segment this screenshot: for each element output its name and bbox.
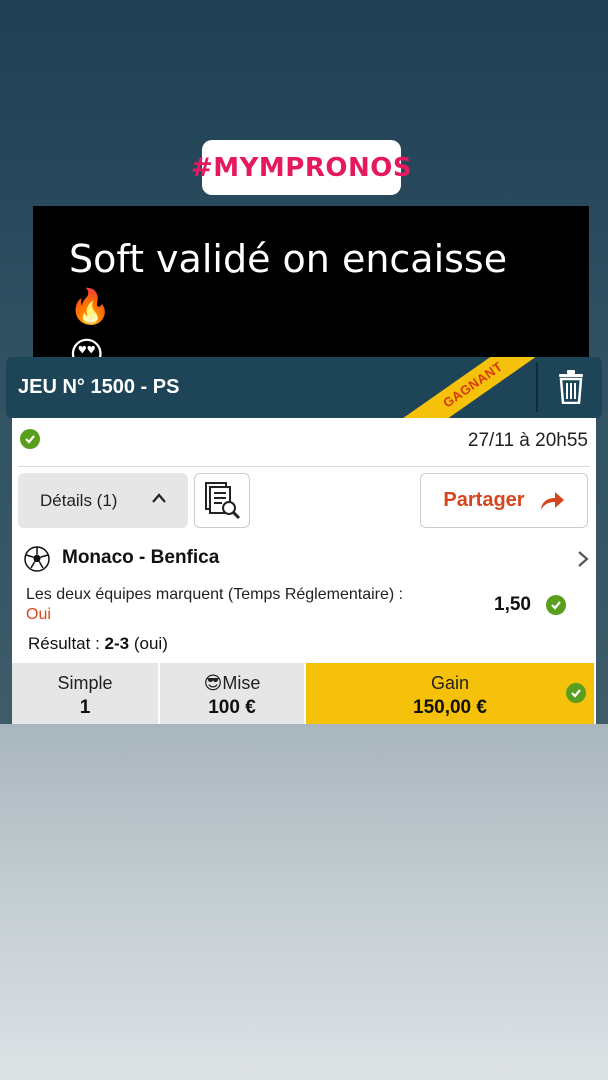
match-name: Monaco - Benfica (62, 547, 220, 568)
ticket-body: 27/11 à 20h55 Détails (1) Partager Monac… (12, 418, 596, 724)
story-background-bottom (0, 724, 608, 1080)
gain-value: 150,00 € (413, 697, 487, 718)
bet-result: Résultat : 2-3 (oui) (28, 634, 168, 654)
check-circle-icon (20, 429, 40, 449)
stake-label: Mise (222, 673, 261, 693)
stake-value: 100 € (208, 697, 256, 718)
ribbon-container: GAGNANT (6, 357, 536, 418)
winner-ribbon: GAGNANT (395, 357, 536, 418)
stake-label-row: 😎Mise (160, 672, 304, 694)
bet-type-cell: Simple 1 (12, 663, 158, 724)
bet-type-value: 1 (79, 697, 91, 718)
details-label: Détails (1) (40, 490, 118, 510)
result-note: (oui) (133, 634, 168, 653)
gain-cell: Gain 150,00 € (306, 663, 594, 724)
share-label: Partager (443, 489, 525, 511)
bet-type-label: Simple (57, 673, 113, 693)
sunglasses-emoji-icon: 😎 (203, 673, 223, 693)
search-document-icon (205, 481, 241, 519)
result-score: 2-3 (104, 634, 130, 653)
bet-selection: Oui (26, 606, 51, 623)
chevron-right-icon (578, 551, 589, 567)
gain-label: Gain (430, 673, 470, 693)
story-caption: Soft validé on encaisse 🔥 😍 (33, 206, 589, 375)
header-divider (536, 362, 538, 412)
share-arrow-icon (540, 491, 564, 510)
divider (18, 466, 590, 467)
search-document-button[interactable] (194, 473, 250, 528)
fire-icon: 🔥 (69, 287, 112, 327)
check-circle-icon (566, 683, 586, 703)
bet-odds: 1,50 (494, 594, 531, 615)
trash-icon[interactable] (558, 370, 584, 404)
result-label: Résultat : (28, 634, 100, 653)
details-toggle-button[interactable]: Détails (1) (18, 473, 188, 528)
check-circle-icon (546, 595, 566, 615)
ticket-date: 27/11 à 20h55 (467, 430, 588, 451)
caption-text: Soft validé on encaisse (69, 237, 508, 281)
chevron-up-icon (152, 493, 166, 503)
bet-market: Les deux équipes marquent (Temps Régleme… (26, 586, 404, 603)
soccer-ball-icon (24, 546, 50, 572)
bet-summary: Simple 1 😎Mise 100 € Gain 150,00 € (12, 663, 596, 724)
stake-cell: 😎Mise 100 € (160, 663, 304, 724)
share-button[interactable]: Partager (420, 473, 588, 528)
match-row[interactable]: Monaco - Benfica (24, 544, 590, 574)
hashtag-sticker: #MYMPRONOS (191, 140, 412, 195)
